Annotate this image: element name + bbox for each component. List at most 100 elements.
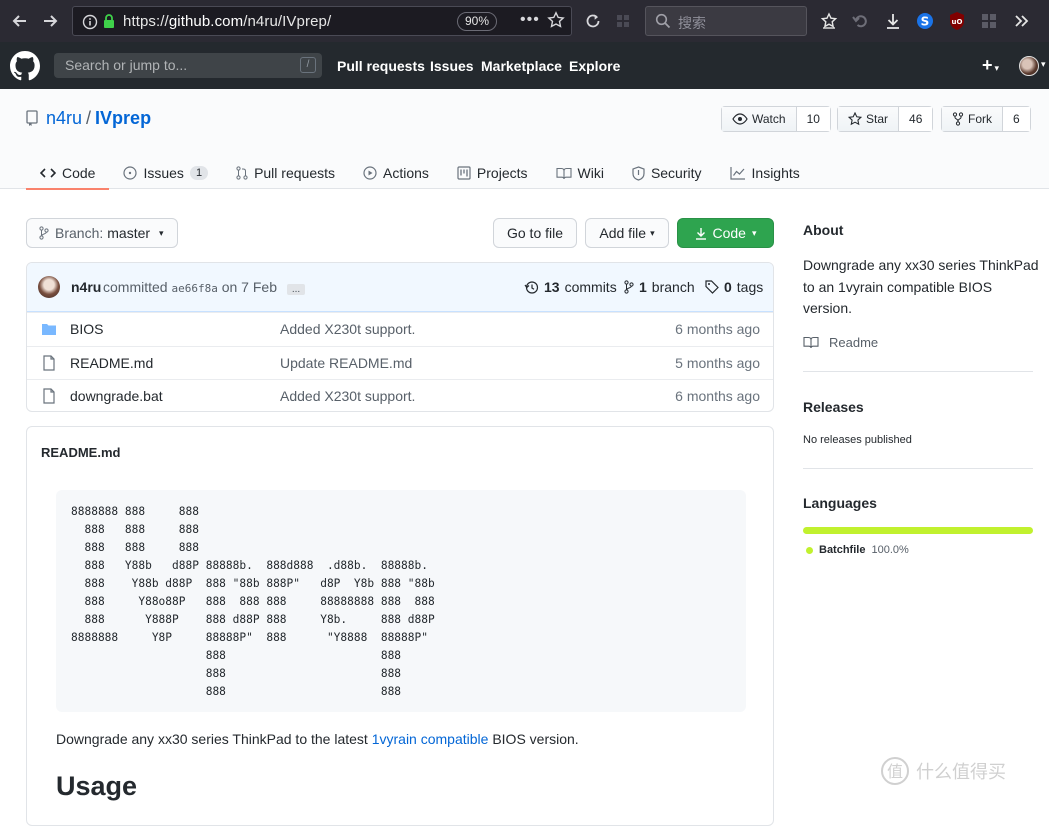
- star-label: Star: [866, 112, 889, 126]
- repo-separator: /: [86, 108, 92, 128]
- file-row-readme[interactable]: README.md Update README.md 5 months ago: [27, 346, 773, 379]
- star-button[interactable]: Star: [838, 107, 900, 131]
- nav-pull-requests[interactable]: Pull requests: [337, 58, 425, 74]
- file-row-downgrade-bat[interactable]: downgrade.bat Added X230t support. 6 mon…: [27, 379, 773, 411]
- repo-name-link[interactable]: IVprep: [95, 108, 151, 128]
- committer-avatar[interactable]: [38, 276, 60, 298]
- info-icon[interactable]: [82, 14, 98, 34]
- download-icon[interactable]: [882, 10, 904, 32]
- page-actions-icon[interactable]: •••: [520, 11, 540, 29]
- plus-icon: +: [982, 55, 993, 75]
- svg-text:值: 值: [887, 762, 903, 781]
- bookmark-star-icon[interactable]: [547, 11, 565, 33]
- watermark-logo-icon: 值: [881, 757, 909, 785]
- about-heading: About: [803, 222, 844, 238]
- extension-grid-icon[interactable]: [612, 10, 634, 32]
- reload-icon[interactable]: [582, 10, 604, 32]
- history-icon: [524, 280, 539, 294]
- add-file-label: Add file: [599, 225, 647, 241]
- tags-link[interactable]: 0 tags: [705, 279, 763, 295]
- file-commit-message[interactable]: Added X230t support.: [280, 321, 415, 337]
- nav-marketplace[interactable]: Marketplace: [481, 58, 562, 74]
- committer-name[interactable]: n4ru: [71, 279, 101, 295]
- tab-wiki[interactable]: Wiki: [542, 157, 618, 189]
- usage-heading: Usage: [56, 771, 138, 801]
- branches-link[interactable]: 1 branch: [624, 279, 695, 295]
- readme-title[interactable]: README.md: [41, 445, 120, 460]
- commit-meta: committed ae66f8a on 7 Feb ...: [103, 279, 306, 295]
- star-count[interactable]: 46: [899, 107, 933, 131]
- nav-explore[interactable]: Explore: [569, 58, 620, 74]
- bookmarks-menu-icon[interactable]: [818, 10, 840, 32]
- code-download-button[interactable]: Code ▾: [677, 218, 774, 248]
- commit-date: on 7 Feb: [221, 279, 277, 295]
- commit-sha[interactable]: ae66f8a: [171, 282, 217, 295]
- tab-issues[interactable]: Issues 1: [109, 157, 222, 189]
- tab-code-label: Code: [62, 165, 96, 181]
- file-name[interactable]: README.md: [70, 355, 153, 371]
- commit-verb: committed: [103, 279, 168, 295]
- fork-button[interactable]: Fork: [942, 107, 1003, 131]
- create-new-button[interactable]: + ▾: [982, 55, 999, 76]
- releases-heading[interactable]: Releases: [803, 399, 864, 415]
- url-text[interactable]: https://github.com/n4ru/IVprep/: [123, 13, 331, 30]
- zoom-badge[interactable]: 90%: [457, 12, 497, 31]
- file-name[interactable]: downgrade.bat: [70, 388, 163, 404]
- commit-expand-button[interactable]: ...: [286, 284, 306, 295]
- 1vyrain-link[interactable]: 1vyrain compatible: [372, 731, 489, 747]
- watch-button[interactable]: Watch: [722, 107, 797, 131]
- branch-count-label: branch: [651, 279, 695, 295]
- go-to-file-button[interactable]: Go to file: [493, 218, 577, 248]
- fork-label: Fork: [968, 112, 992, 126]
- ublock-origin-icon[interactable]: uO: [946, 10, 968, 32]
- file-name[interactable]: BIOS: [70, 321, 103, 337]
- tab-insights[interactable]: Insights: [716, 157, 814, 189]
- user-avatar[interactable]: [1019, 56, 1039, 76]
- language-percent: 100.0%: [871, 544, 909, 556]
- container-grid-icon[interactable]: [978, 10, 1000, 32]
- github-search-input[interactable]: Search or jump to... /: [54, 53, 322, 78]
- overflow-chevron-icon[interactable]: [1010, 10, 1032, 32]
- url-bar[interactable]: https://github.com/n4ru/IVprep/ 90% •••: [72, 6, 572, 36]
- ascii-line: 888 Y88o88P 888 888 888 88888888 888 888: [71, 595, 435, 608]
- tags-count: 0: [724, 279, 732, 295]
- nav-issues[interactable]: Issues: [430, 58, 474, 74]
- browser-search-input[interactable]: 搜索: [645, 6, 807, 36]
- ascii-line: 888 888: [71, 685, 402, 698]
- branch-select-button[interactable]: Branch: master ▾: [26, 218, 178, 248]
- tab-pull-requests-label: Pull requests: [254, 165, 335, 181]
- language-item[interactable]: Batchfile 100.0%: [806, 544, 909, 556]
- add-file-button[interactable]: Add file ▾: [585, 218, 669, 248]
- issue-icon: [123, 166, 138, 180]
- eye-icon: [732, 113, 748, 125]
- repo-title: n4ru / IVprep: [26, 108, 151, 131]
- about-description: Downgrade any xx30 series ThinkPad to an…: [803, 257, 1039, 316]
- back-icon[interactable]: [8, 9, 32, 33]
- go-to-file-label: Go to file: [506, 225, 564, 241]
- avatar-caret-icon[interactable]: ▾: [1041, 59, 1046, 70]
- tab-security[interactable]: Security: [618, 157, 716, 189]
- file-commit-message[interactable]: Added X230t support.: [280, 388, 415, 404]
- tab-actions[interactable]: Actions: [349, 157, 443, 189]
- issues-counter: 1: [189, 166, 209, 180]
- lock-icon[interactable]: [102, 13, 116, 33]
- repo-owner-link[interactable]: n4ru: [46, 108, 82, 128]
- tab-code[interactable]: Code: [26, 157, 110, 190]
- file-commit-message[interactable]: Update README.md: [280, 355, 412, 371]
- commits-link[interactable]: 13 commits: [524, 279, 617, 295]
- download-icon: [695, 227, 706, 240]
- watch-count[interactable]: 10: [796, 107, 830, 131]
- folder-icon: [42, 324, 56, 335]
- file-age: 6 months ago: [675, 388, 760, 404]
- history-undo-icon[interactable]: [849, 10, 871, 32]
- sync-extension-icon[interactable]: S: [914, 10, 936, 32]
- readme-link[interactable]: Readme: [803, 335, 878, 350]
- tab-projects[interactable]: Projects: [443, 157, 542, 189]
- forward-icon[interactable]: [38, 9, 62, 33]
- file-row-bios[interactable]: BIOS Added X230t support. 6 months ago: [27, 312, 773, 345]
- github-logo-icon[interactable]: [10, 51, 40, 81]
- ascii-line: 888 Y888P 888 d88P 888 Y8b. 888 d88P: [71, 613, 435, 626]
- fork-count[interactable]: 6: [1003, 107, 1030, 131]
- sidebar-divider: [803, 468, 1033, 469]
- tab-pull-requests[interactable]: Pull requests: [222, 157, 349, 189]
